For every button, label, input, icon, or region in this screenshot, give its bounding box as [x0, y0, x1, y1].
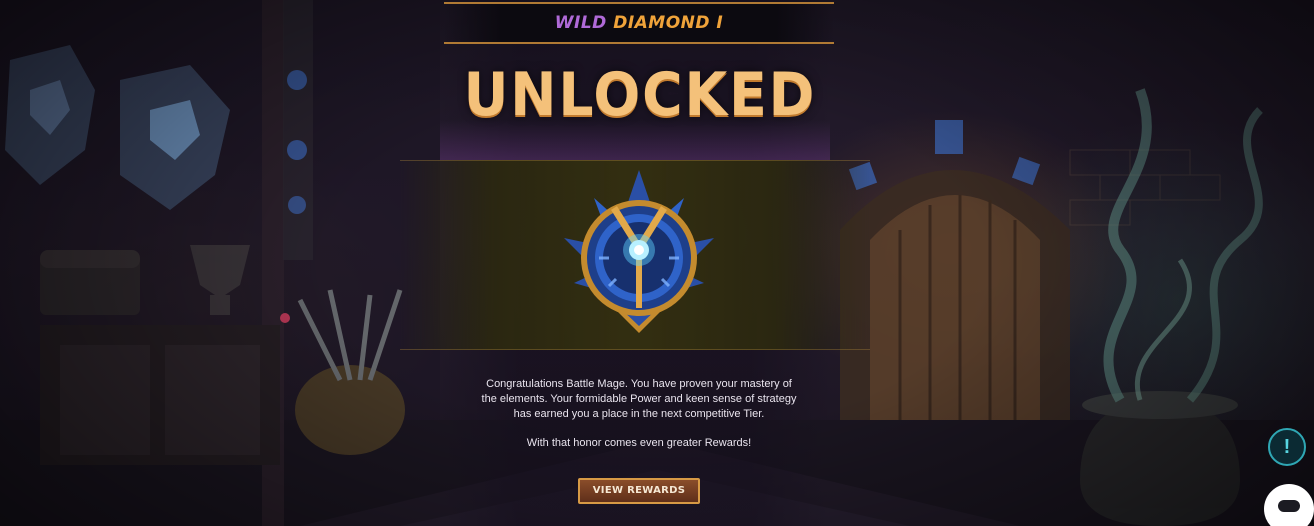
chat-icon: [1278, 500, 1300, 512]
message-paragraph-1: Congratulations Battle Mage. You have pr…: [481, 378, 797, 420]
view-rewards-button[interactable]: VIEW REWARDS: [578, 478, 700, 504]
congratulations-message: Congratulations Battle Mage. You have pr…: [480, 377, 798, 465]
alert-icon[interactable]: !: [1268, 428, 1306, 466]
tier-title: WILD DIAMOND I: [555, 13, 724, 33]
cauldron: [1080, 88, 1263, 526]
wooden-door: [840, 120, 1070, 420]
tier-banner: WILD DIAMOND I: [444, 2, 834, 44]
tier-prefix: WILD: [554, 13, 607, 33]
chat-button[interactable]: [1264, 484, 1314, 526]
message-paragraph-2: With that honor comes even greater Rewar…: [526, 437, 752, 449]
diamond-tier-emblem-icon: [564, 170, 714, 333]
game-scene: WILD DIAMOND I UNLOCKED Congratulations …: [0, 0, 1314, 526]
unlocked-headline: UNLOCKED: [463, 60, 817, 130]
treasure-chest: [40, 250, 140, 315]
tier-rank: DIAMOND I: [613, 13, 724, 33]
